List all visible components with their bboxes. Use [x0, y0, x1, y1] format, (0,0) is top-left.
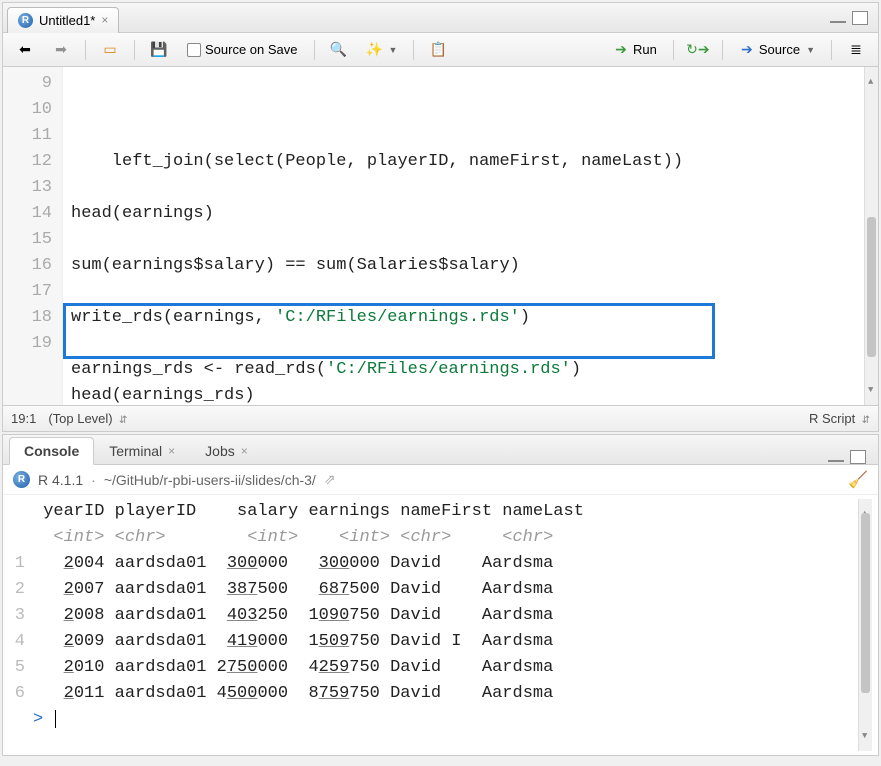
close-icon[interactable]: × — [101, 13, 108, 27]
working-directory[interactable]: ~/GitHub/r-pbi-users-ii/slides/ch-3/ — [104, 472, 316, 488]
rerun-button[interactable]: ↻➔ — [684, 40, 712, 60]
editor-scrollbar[interactable]: ▲ ▼ — [864, 67, 878, 405]
source-arrow-icon: ➔ — [739, 42, 755, 58]
source-tab-label: Untitled1* — [39, 13, 95, 28]
wand-icon: ✨ — [367, 42, 383, 58]
pane-window-controls — [828, 450, 872, 464]
rerun-icon: ↻➔ — [690, 42, 706, 58]
scope-selector[interactable]: (Top Level) ⇵ — [48, 411, 127, 426]
maximize-icon[interactable] — [852, 11, 868, 25]
source-label: Source — [759, 42, 800, 57]
code-area[interactable]: left_join(select(People, playerID, nameF… — [63, 67, 864, 405]
minimize-icon[interactable] — [828, 460, 844, 462]
outline-button[interactable]: ≣ — [842, 40, 870, 60]
source-button[interactable]: ➔ Source ▼ — [733, 40, 821, 60]
code-tools-button[interactable]: ✨▼ — [361, 40, 404, 60]
clear-console-icon[interactable]: 🧹 — [848, 470, 868, 490]
filetype-selector[interactable]: R Script ⇵ — [809, 411, 870, 426]
pane-window-controls — [830, 11, 874, 25]
console-tabbar: Console Terminal× Jobs× — [3, 435, 878, 465]
arrow-right-icon: ➡ — [53, 42, 69, 58]
save-icon: 💾 — [151, 42, 167, 58]
maximize-icon[interactable] — [850, 450, 866, 464]
tab-jobs[interactable]: Jobs× — [190, 436, 263, 464]
source-tab-untitled[interactable]: R Untitled1* × — [7, 7, 119, 33]
save-button[interactable]: 💾 — [145, 40, 173, 60]
forward-button[interactable]: ➡ — [47, 40, 75, 60]
close-icon[interactable]: × — [241, 444, 248, 458]
source-on-save-toggle[interactable]: Source on Save — [181, 40, 304, 59]
console-scrollbar[interactable]: ▲ ▼ — [858, 499, 872, 751]
run-label: Run — [633, 42, 657, 57]
r-version-label: R 4.1.1 — [38, 472, 83, 488]
code-editor[interactable]: 910111213141516171819 left_join(select(P… — [3, 67, 878, 405]
console-output[interactable]: 1 2 3 4 5 6 yearID playerID salary earni… — [3, 495, 878, 755]
r-logo-icon: R — [13, 471, 30, 488]
outline-icon: ≣ — [848, 42, 864, 58]
close-icon[interactable]: × — [168, 444, 175, 458]
console-pane: Console Terminal× Jobs× R R 4.1.1 · ~/Gi… — [2, 434, 879, 756]
goto-wd-icon[interactable]: ⇗ — [324, 471, 336, 488]
back-button[interactable]: ⬅ — [11, 40, 39, 60]
run-button[interactable]: ➔ Run — [607, 40, 663, 60]
checkbox-icon — [187, 43, 201, 57]
show-in-new-window-button[interactable]: ▭ — [96, 40, 124, 60]
minimize-icon[interactable] — [830, 21, 846, 23]
popout-icon: ▭ — [102, 42, 118, 58]
tab-terminal[interactable]: Terminal× — [94, 436, 190, 464]
cursor-position: 19:1 — [11, 411, 36, 426]
source-pane: R Untitled1* × ⬅ ➡ ▭ 💾 Source on Save 🔍 … — [2, 2, 879, 432]
find-button[interactable]: 🔍 — [325, 40, 353, 60]
notebook-icon: 📋 — [430, 42, 446, 58]
run-arrow-icon: ➔ — [613, 42, 629, 58]
source-toolbar: ⬅ ➡ ▭ 💾 Source on Save 🔍 ✨▼ 📋 ➔ Run ↻➔ ➔… — [3, 33, 878, 67]
arrow-left-icon: ⬅ — [17, 42, 33, 58]
tab-console[interactable]: Console — [9, 437, 94, 465]
source-on-save-label: Source on Save — [205, 42, 298, 57]
compile-report-button[interactable]: 📋 — [424, 40, 452, 60]
console-info-bar: R R 4.1.1 · ~/GitHub/r-pbi-users-ii/slid… — [3, 465, 878, 495]
search-icon: 🔍 — [331, 42, 347, 58]
r-file-icon: R — [18, 13, 33, 28]
source-tabbar: R Untitled1* × — [3, 3, 878, 33]
source-statusbar: 19:1 (Top Level) ⇵ R Script ⇵ — [3, 405, 878, 431]
line-number-gutter: 910111213141516171819 — [3, 67, 63, 405]
